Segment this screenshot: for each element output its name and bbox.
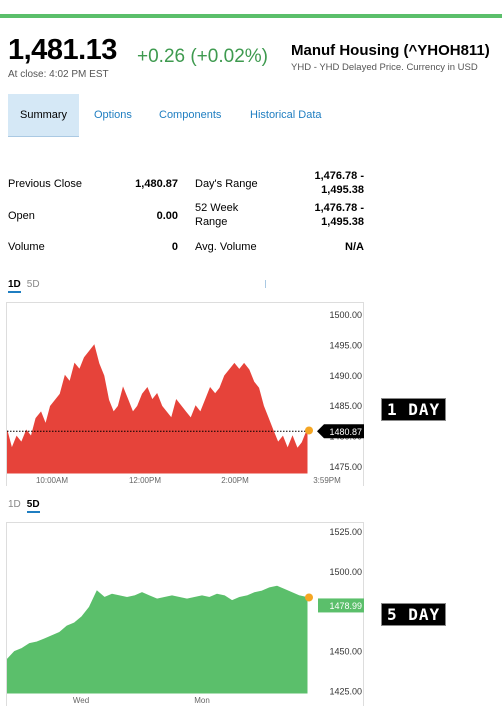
- chart-area: [7, 344, 308, 474]
- x-tick-label: 10:00AM: [36, 476, 68, 485]
- y-tick-label: 1525.00: [329, 527, 362, 537]
- week52-range-value-low: 1,476.78 -: [314, 202, 364, 214]
- five-day-chart[interactable]: 1525.00 1500.00 1478.99 1450.00 1425.00 Wed Mo…: [6, 522, 364, 706]
- y-tick-label: 1500.00: [329, 567, 362, 577]
- one-day-chart-svg: 1500.001495.001490.001485.001480.001475.…: [7, 310, 364, 485]
- tab-summary[interactable]: Summary: [8, 94, 80, 137]
- reference-label: 1480.87: [329, 427, 362, 437]
- text-cursor: [265, 280, 266, 288]
- week52-label-line2: Range: [195, 216, 228, 228]
- y-tick-label: 1425.00: [329, 686, 362, 696]
- close-time: At close: 4:02 PM EST: [8, 69, 109, 80]
- y-tick-label: 1485.00: [329, 401, 362, 411]
- y-tick-label: 1450.00: [329, 647, 362, 657]
- last-price-marker: [305, 426, 313, 435]
- volume-label: Volume: [8, 241, 45, 253]
- price-change: +0.26 (+0.02%): [137, 46, 268, 67]
- open-label: Open: [8, 210, 35, 222]
- top-accent-bar: [0, 14, 502, 18]
- price: 1,481.13: [8, 34, 117, 66]
- avg-volume-value: N/A: [345, 241, 364, 253]
- y-tick-label: 1490.00: [329, 371, 362, 381]
- y-tick-label: 1500.00: [329, 310, 362, 320]
- index-subtitle: YHD - YHD Delayed Price. Currency in USD: [291, 62, 478, 73]
- range-1d-button[interactable]: 1D: [8, 279, 21, 293]
- one-day-chart[interactable]: 1500.001495.001490.001485.001480.001475.…: [6, 302, 364, 486]
- range-tabs-1d-chart: 1D 5D: [8, 279, 46, 293]
- five-day-chart-svg: 1525.00 1500.00 1478.99 1450.00 1425.00 Wed Mo…: [7, 527, 364, 705]
- open-value: 0.00: [156, 210, 178, 222]
- y-tick-label: 1475.00: [329, 462, 362, 472]
- volume-value: 0: [171, 241, 178, 253]
- tab-options[interactable]: Options: [94, 94, 132, 137]
- one-day-badge: 1 DAY: [381, 398, 447, 421]
- week52-range-value-high: 1,495.38: [321, 216, 364, 228]
- days-range-value-low: 1,476.78 -: [314, 170, 364, 182]
- week52-label-line1: 52 Week: [195, 202, 239, 214]
- range-5d-button[interactable]: 5D: [27, 279, 40, 290]
- range-1d-button[interactable]: 1D: [8, 499, 21, 510]
- tab-historical-data[interactable]: Historical Data: [250, 94, 322, 137]
- x-tick-label: 3:59PM: [313, 476, 341, 485]
- last-price-marker: [305, 593, 313, 602]
- tab-components[interactable]: Components: [159, 94, 221, 137]
- last-price-label: 1478.99: [329, 601, 362, 611]
- range-5d-button[interactable]: 5D: [26, 499, 40, 513]
- days-range-label: Day's Range: [195, 178, 258, 190]
- avg-volume-label: Avg. Volume: [195, 241, 257, 253]
- x-tick-label: Wed: [73, 696, 89, 705]
- previous-close-label: Previous Close: [8, 178, 82, 190]
- range-tabs-5d-chart: 1D 5D: [8, 499, 46, 513]
- x-tick-label: Mon: [194, 696, 210, 705]
- days-range-value-high: 1,495.38: [321, 184, 364, 196]
- x-tick-label: 12:00PM: [129, 476, 161, 485]
- five-day-badge: 5 DAY: [381, 603, 447, 626]
- index-name: Manuf Housing (^YHOH811): [291, 42, 490, 59]
- previous-close-value: 1,480.87: [135, 178, 178, 190]
- y-tick-label: 1495.00: [329, 340, 362, 350]
- x-tick-label: 2:00PM: [221, 476, 249, 485]
- chart-area: [7, 585, 308, 694]
- tab-bar: Summary Options Components Historical Da…: [8, 94, 368, 137]
